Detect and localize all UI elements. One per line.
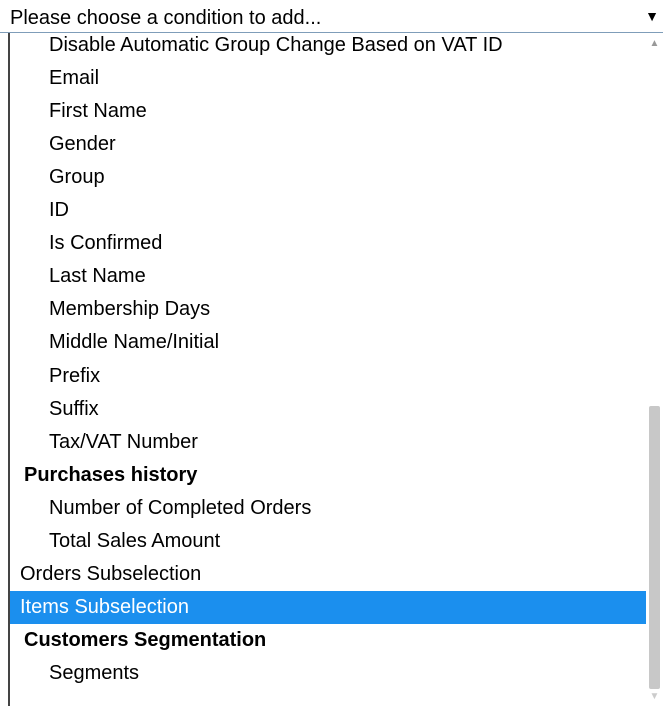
option-label: Membership Days xyxy=(49,298,211,320)
list-scrollbar[interactable]: ▲ ▼ xyxy=(646,33,663,706)
option-total-sales-amount[interactable]: Total Sales Amount xyxy=(10,525,646,558)
option-group-customers-segmentation: Customers Segmentation xyxy=(10,624,646,657)
option-label: Group xyxy=(49,166,105,188)
option-group[interactable]: Group xyxy=(10,161,646,194)
option-membership-days[interactable]: Membership Days xyxy=(10,293,646,326)
option-label: Number of Completed Orders xyxy=(49,497,312,519)
scroll-up-arrow-icon[interactable]: ▲ xyxy=(646,37,663,51)
option-label: Customers Segmentation xyxy=(24,629,267,651)
option-label: Last Name xyxy=(49,265,146,287)
option-first-name[interactable]: First Name xyxy=(10,95,646,128)
option-is-confirmed[interactable]: Is Confirmed xyxy=(10,227,646,260)
option-label: Disable Automatic Group Change Based on … xyxy=(49,34,503,56)
option-id[interactable]: ID xyxy=(10,194,646,227)
condition-select-value: Please choose a condition to add... xyxy=(10,7,322,29)
option-label: Suffix xyxy=(49,398,99,420)
option-label: Is Confirmed xyxy=(49,232,163,254)
option-label: Prefix xyxy=(49,365,101,387)
option-label: Items Subselection xyxy=(20,596,189,618)
option-label: Email xyxy=(49,67,100,89)
option-label: Tax/VAT Number xyxy=(49,431,198,453)
dropdown-arrow-icon[interactable]: ▼ xyxy=(645,9,659,23)
option-group-purchases-history: Purchases history xyxy=(10,459,646,492)
option-suffix[interactable]: Suffix xyxy=(10,393,646,426)
option-prefix[interactable]: Prefix xyxy=(10,360,646,393)
option-email[interactable]: Email xyxy=(10,62,646,95)
option-label: ID xyxy=(49,199,69,221)
option-label: Gender xyxy=(49,133,116,155)
option-middle-name-initial[interactable]: Middle Name/Initial xyxy=(10,326,646,359)
condition-select[interactable]: Please choose a condition to add... ▼ xyxy=(0,0,663,33)
option-gender[interactable]: Gender xyxy=(10,128,646,161)
option-items-subselection[interactable]: Items Subselection xyxy=(10,591,663,624)
option-number-of-completed-orders[interactable]: Number of Completed Orders xyxy=(10,492,646,525)
option-label: First Name xyxy=(49,100,147,122)
option-label: Middle Name/Initial xyxy=(49,331,220,353)
option-label: Orders Subselection xyxy=(20,563,202,585)
option-orders-subselection[interactable]: Orders Subselection xyxy=(10,558,646,591)
option-label: Total Sales Amount xyxy=(49,530,221,552)
option-tax-vat-number[interactable]: Tax/VAT Number xyxy=(10,426,646,459)
scrollbar-thumb[interactable] xyxy=(649,406,660,689)
option-label: Segments xyxy=(49,662,140,684)
option-last-name[interactable]: Last Name xyxy=(10,260,646,293)
option-label: Purchases history xyxy=(24,464,198,486)
condition-options-list: Segments Customers Segmentation Items Subs… xyxy=(8,33,663,706)
option-segments[interactable]: Segments xyxy=(10,657,646,690)
condition-select-widget: Please choose a condition to add... ▼ Se… xyxy=(0,0,663,706)
option-disable-automatic-group-change-based-on-vat-id[interactable]: Disable Automatic Group Change Based on … xyxy=(10,33,646,62)
scroll-down-arrow-icon[interactable]: ▼ xyxy=(646,690,663,704)
